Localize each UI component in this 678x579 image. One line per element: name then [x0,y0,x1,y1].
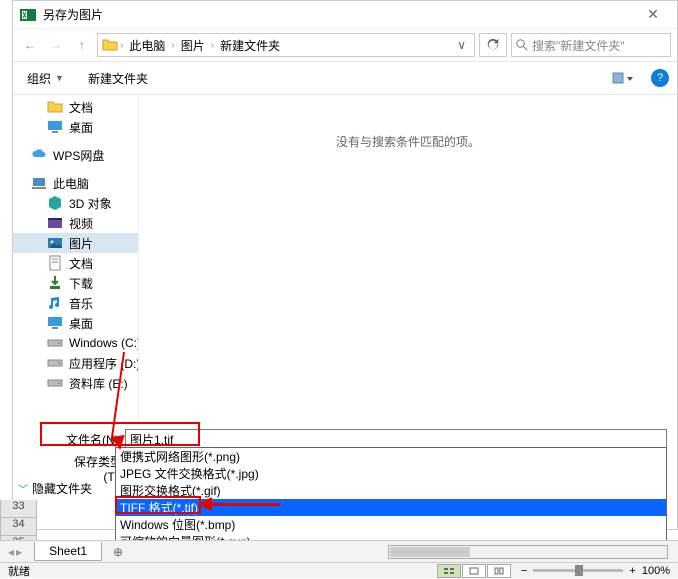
back-button[interactable]: ← [19,34,41,56]
sidebar-item[interactable]: 视频 [13,213,138,233]
up-button[interactable]: ↑ [71,34,93,56]
sidebar-item[interactable]: 应用程序 (D:) [13,353,138,373]
status-bar: 就绪 − + 100% [0,562,678,578]
chevron-right-icon: › [120,40,123,51]
annotation-arrowhead-2 [198,497,212,511]
add-sheet-button[interactable]: ⊕ [108,545,128,559]
sidebar-item[interactable]: Windows (C:) [13,333,138,353]
sidebar-item[interactable]: 此电脑 [13,173,138,193]
row-header[interactable]: 33 [0,500,37,518]
filetype-option[interactable]: Windows 位图(*.bmp) [116,516,666,533]
filetype-option[interactable]: JPEG 文件交换格式(*.jpg) [116,465,666,482]
sidebar-item[interactable]: 文档 [13,97,138,117]
sidebar-item[interactable]: WPS网盘 [13,145,138,165]
pictures-icon [47,235,63,251]
sidebar-item [13,165,138,173]
view-normal-button[interactable] [437,564,461,578]
view-options-button[interactable] [605,68,639,88]
nav-row: ← → ↑ › 此电脑 › 图片 › 新建文件夹 ∨ 搜索"新建文件夹" [13,29,677,61]
drive-icon [47,355,63,371]
row-header[interactable]: 34 [0,518,37,536]
desktop-icon [47,315,63,331]
refresh-button[interactable] [479,33,507,57]
zoom-controls: − + 100% [521,565,670,577]
chevron-right-icon: › [211,40,214,51]
view-page-break-button[interactable] [487,564,511,578]
hide-folders-toggle[interactable]: ﹀ 隐藏文件夹 [18,480,92,497]
refresh-icon [486,38,500,52]
sidebar-item[interactable]: 3D 对象 [13,193,138,213]
empty-message: 没有与搜索条件匹配的项。 [336,133,480,150]
sidebar-item[interactable]: 音乐 [13,293,138,313]
sidebar-item[interactable]: 下载 [13,273,138,293]
sidebar-item[interactable]: 图片 [13,233,138,253]
chevron-right-icon: › [171,40,174,51]
sidebar-item[interactable]: 桌面 [13,117,138,137]
forward-button[interactable]: → [45,34,67,56]
status-ready: 就绪 [8,563,30,579]
folder-icon [102,37,118,53]
file-list-pane: 没有与搜索条件匹配的项。 [139,95,677,425]
app-icon [19,6,37,24]
search-placeholder: 搜索"新建文件夹" [532,37,625,54]
dialog-body: 文档桌面WPS网盘此电脑3D 对象视频图片文档下载音乐桌面Windows (C:… [13,95,677,425]
drive-icon [47,335,63,351]
sidebar-item[interactable]: 文档 [13,253,138,273]
crumb-pictures[interactable]: 图片 [177,37,209,54]
folder-yellow-icon [47,99,63,115]
help-button[interactable]: ? [651,69,669,87]
horizontal-scrollbar[interactable] [388,545,668,559]
dialog-title: 另存为图片 [43,6,633,23]
titlebar: 另存为图片 ✕ [13,1,677,29]
zoom-slider[interactable] [533,569,623,572]
toolbar: 组织 ▼ 新建文件夹 ? [13,61,677,95]
crumb-pc[interactable]: 此电脑 [125,37,169,54]
filename-input[interactable] [125,429,667,449]
pc-icon [31,175,47,191]
drive-icon [47,375,63,391]
breadcrumb-dropdown[interactable]: ∨ [453,38,470,52]
cube-icon [47,195,63,211]
search-icon [516,39,528,51]
download-icon [47,275,63,291]
sidebar-item [13,137,138,145]
chevron-down-icon: ﹀ [18,481,28,496]
filetype-option[interactable]: 便携式网络图形(*.png) [116,448,666,465]
cloud-icon [31,147,47,163]
crumb-folder[interactable]: 新建文件夹 [216,37,284,54]
music-icon [47,295,63,311]
sidebar-item[interactable]: 桌面 [13,313,138,333]
sheet-nav-buttons[interactable]: ◂▸ [0,545,30,559]
close-button[interactable]: ✕ [633,6,673,23]
search-input[interactable]: 搜索"新建文件夹" [511,33,671,57]
view-mode-buttons [437,564,511,578]
new-folder-button[interactable]: 新建文件夹 [82,67,154,90]
docs-icon [47,255,63,271]
sheet-tab-bar: ◂▸ Sheet1 ⊕ [0,540,678,562]
organize-button[interactable]: 组织 ▼ [21,67,70,90]
desktop-icon [47,119,63,135]
breadcrumb[interactable]: › 此电脑 › 图片 › 新建文件夹 ∨ [97,33,475,57]
view-icon [611,71,633,85]
zoom-out-button[interactable]: − [521,565,527,577]
video-icon [47,215,63,231]
zoom-in-button[interactable]: + [629,565,635,577]
annotation-arrowhead-1 [111,435,127,451]
view-page-layout-button[interactable] [462,564,486,578]
annotation-arrow-2 [210,503,280,506]
zoom-level: 100% [642,565,670,577]
sheet-tab-1[interactable]: Sheet1 [34,542,102,561]
